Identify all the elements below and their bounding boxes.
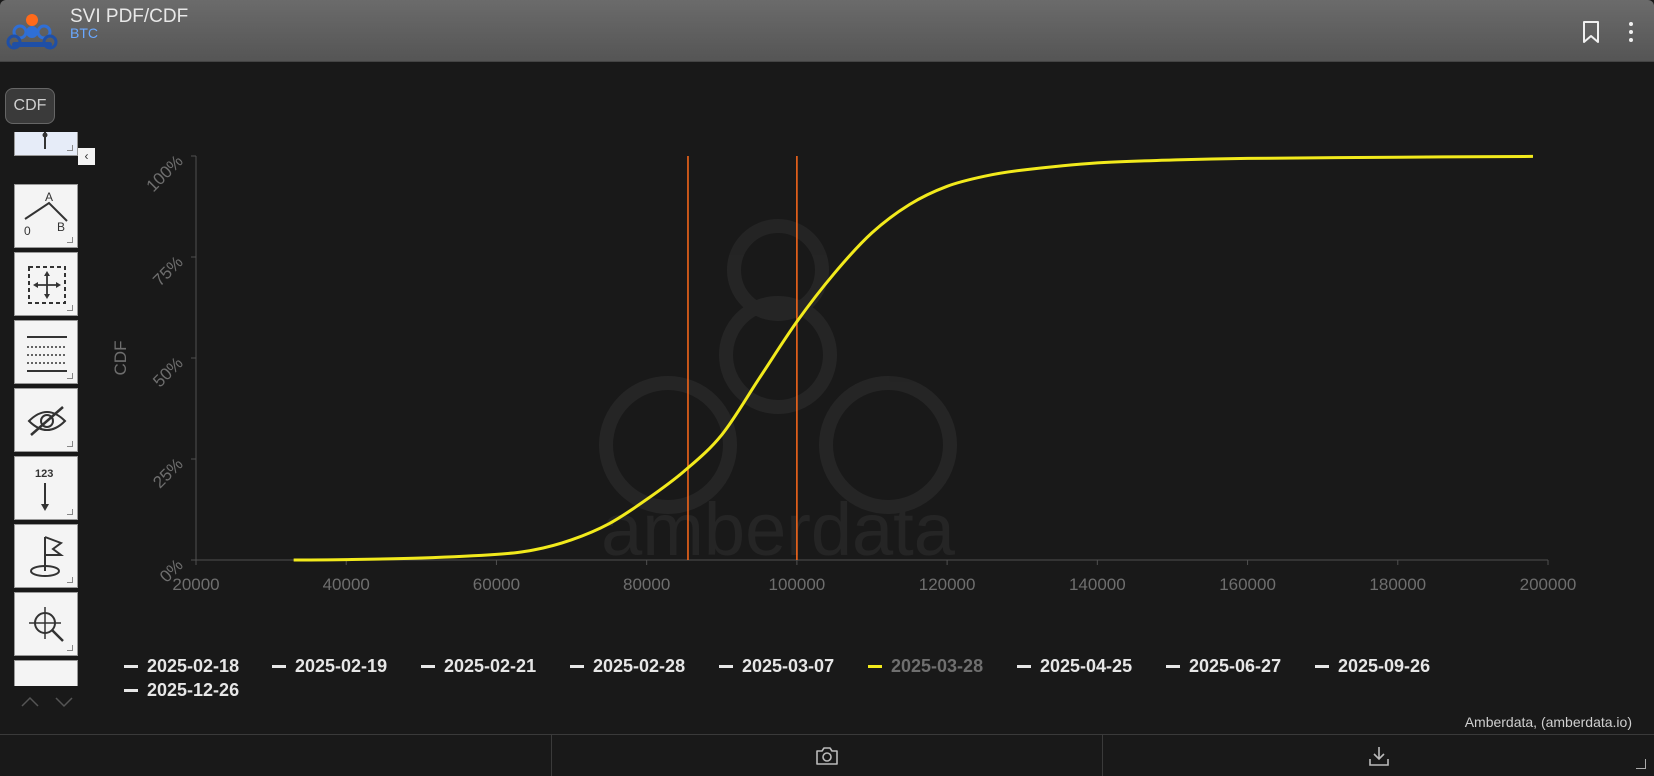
legend-swatch <box>868 665 882 668</box>
legend-item[interactable]: 2025-12-26 <box>124 680 239 701</box>
x-tick-label: 200000 <box>1520 575 1577 594</box>
zoom-tool-button[interactable] <box>14 592 78 656</box>
legend-item[interactable]: 2025-03-28 <box>868 656 983 677</box>
legend-swatch <box>124 665 138 668</box>
legend-swatch <box>1017 665 1031 668</box>
legend-label: 2025-02-18 <box>147 656 240 676</box>
legend-swatch <box>272 665 286 668</box>
chevron-left-icon[interactable]: ‹ <box>78 148 95 165</box>
crosshair-tool-button[interactable] <box>14 132 78 156</box>
download-icon[interactable] <box>1366 745 1392 767</box>
y-tick-label: 50% <box>149 353 186 390</box>
kebab-menu-icon[interactable] <box>1624 20 1638 44</box>
chart-credit: Amberdata, (amberdata.io) <box>1464 714 1632 730</box>
x-tick-label: 60000 <box>473 575 520 594</box>
legend-swatch <box>1315 665 1329 668</box>
chevron-up-icon <box>21 696 39 707</box>
legend-item[interactable]: 2025-09-26 <box>1315 656 1430 677</box>
chevron-down-icon <box>55 697 73 708</box>
legend-label: 2025-09-26 <box>1338 656 1431 676</box>
asset-label: BTC <box>70 25 98 41</box>
footer-cell-camera <box>552 735 1104 776</box>
angle-label-a: A <box>45 190 53 204</box>
legend-label: 2025-03-07 <box>742 656 835 676</box>
angle-label-b: B <box>57 220 65 234</box>
camera-icon[interactable] <box>814 745 840 767</box>
legend-label: 2025-04-25 <box>1040 656 1133 676</box>
watermark-text: amberdata <box>601 488 956 571</box>
legend-item[interactable]: 2025-02-19 <box>272 656 387 677</box>
legend-swatch <box>1166 665 1180 668</box>
legend-swatch <box>124 689 138 692</box>
sort-tool-button[interactable]: 123 <box>14 456 78 520</box>
sort-label: 123 <box>35 468 53 480</box>
legend-label: 2025-02-28 <box>593 656 686 676</box>
toolbar-scroll-arrows[interactable] <box>20 692 76 714</box>
x-tick-label: 160000 <box>1219 575 1276 594</box>
legend-item[interactable]: 2025-02-28 <box>570 656 685 677</box>
y-axis-label: CDF <box>111 341 130 376</box>
marker-tool-button[interactable] <box>14 524 78 588</box>
cdf-mode-button[interactable]: CDF <box>5 88 55 124</box>
x-tick-label: 100000 <box>769 575 826 594</box>
app-window: SVI PDF/CDF BTC CDF A 0 B 123 ‹ amberdat… <box>0 0 1654 776</box>
chart-legend: 2025-02-18 2025-02-19 2025-02-21 2025-02-28… <box>124 656 1644 708</box>
footer-bar <box>0 734 1654 776</box>
header-bar: SVI PDF/CDF BTC <box>0 0 1654 62</box>
amberdata-logo <box>6 14 58 50</box>
horizontal-lines-tool-button[interactable] <box>14 320 78 384</box>
legend-item[interactable]: 2025-04-25 <box>1017 656 1132 677</box>
legend-swatch <box>570 665 584 668</box>
legend-swatch <box>719 665 733 668</box>
move-zoom-tool-button[interactable] <box>14 252 78 316</box>
resize-grip[interactable] <box>1636 759 1647 769</box>
bookmark-icon[interactable] <box>1580 20 1602 44</box>
legend-label: 2025-12-26 <box>147 680 240 700</box>
x-tick-label: 140000 <box>1069 575 1126 594</box>
y-tick-label: 100% <box>143 151 187 195</box>
x-tick-label: 40000 <box>323 575 370 594</box>
legend-item[interactable]: 2025-02-21 <box>421 656 536 677</box>
y-tick-label: 25% <box>149 454 186 491</box>
hide-tool-button[interactable] <box>14 388 78 452</box>
footer-cell-left <box>0 735 552 776</box>
x-tick-label: 80000 <box>623 575 670 594</box>
footer-cell-download <box>1103 735 1654 776</box>
more-tool-button[interactable] <box>14 660 78 686</box>
legend-item[interactable]: 2025-06-27 <box>1166 656 1281 677</box>
y-tick-label: 75% <box>149 252 186 289</box>
cdf-chart[interactable]: amberdata0%25%50%75%100%20000 40000 60000 8… <box>100 140 1640 640</box>
legend-label: 2025-06-27 <box>1189 656 1282 676</box>
angle-tool-button[interactable]: A 0 B <box>14 184 78 248</box>
legend-swatch <box>421 665 435 668</box>
angle-label-0: 0 <box>24 224 31 238</box>
legend-label: 2025-02-21 <box>444 656 537 676</box>
legend-label: 2025-02-19 <box>295 656 388 676</box>
watermark-logo: amberdata <box>599 219 957 571</box>
drawing-toolbar: A 0 B 123 <box>14 132 80 686</box>
legend-item[interactable]: 2025-02-18 <box>124 656 239 677</box>
x-tick-label: 120000 <box>919 575 976 594</box>
legend-item[interactable]: 2025-03-07 <box>719 656 834 677</box>
x-tick-label: 180000 <box>1369 575 1426 594</box>
legend-label: 2025-03-28 <box>891 656 984 676</box>
x-tick-label: 20000 <box>172 575 219 594</box>
